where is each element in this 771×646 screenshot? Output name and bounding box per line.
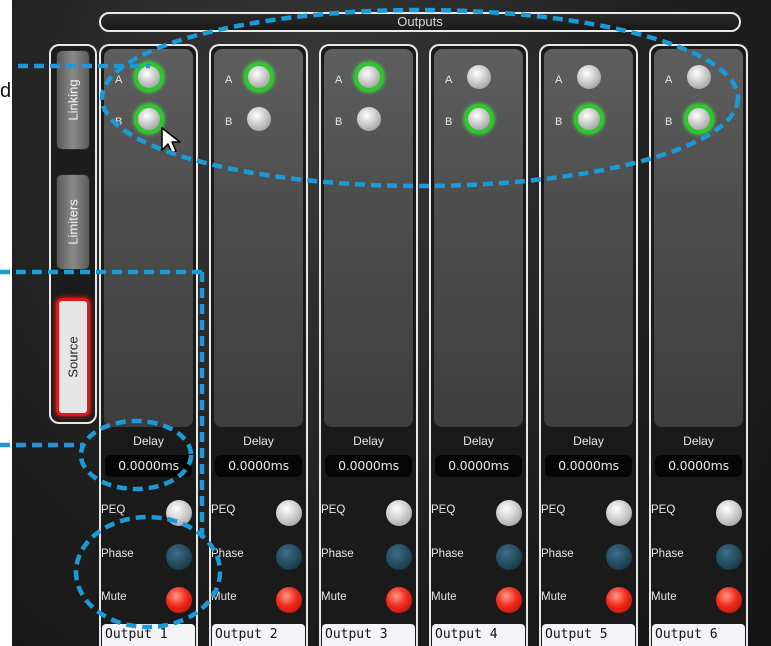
input-a-button[interactable]	[687, 65, 711, 89]
peq-label: PEQ	[651, 504, 676, 516]
peq-label: PEQ	[431, 504, 456, 516]
delay-label: Delay	[243, 434, 274, 448]
output-name-field[interactable]: Output 2	[212, 624, 305, 646]
input-a-button[interactable]	[244, 62, 274, 92]
phase-button[interactable]	[166, 544, 192, 570]
input-b-label: B	[555, 116, 563, 128]
input-a-label: A	[225, 74, 233, 86]
phase-button[interactable]	[606, 544, 632, 570]
output-name-field[interactable]: Output 5	[542, 624, 635, 646]
tab-limiters-label: Limiters	[65, 199, 81, 245]
mute-button[interactable]	[496, 587, 522, 613]
side-tab-strip: Linking Limiters Source	[49, 44, 97, 424]
mute-label: Mute	[211, 591, 237, 603]
peq-label: PEQ	[321, 504, 346, 516]
delay-label: Delay	[683, 434, 714, 448]
channel-strip-output-5: A B Delay 0.0000ms PEQ Phase Mute Output…	[539, 44, 638, 646]
delay-field[interactable]: 0.0000ms	[105, 455, 192, 477]
peq-button[interactable]	[166, 500, 192, 526]
input-b-button[interactable]	[464, 104, 494, 134]
delay-field[interactable]: 0.0000ms	[325, 455, 412, 477]
mute-label: Mute	[541, 591, 567, 603]
mute-button[interactable]	[386, 587, 412, 613]
mute-label: Mute	[651, 591, 677, 603]
peq-button[interactable]	[276, 500, 302, 526]
output-name-field[interactable]: Output 4	[432, 624, 525, 646]
output-name-field[interactable]: Output 3	[322, 624, 415, 646]
mute-button[interactable]	[276, 587, 302, 613]
level-meter	[214, 49, 303, 427]
output-name-field[interactable]: Output 1	[102, 624, 195, 646]
peq-button[interactable]	[386, 500, 412, 526]
input-b-label: B	[225, 116, 233, 128]
input-a-button[interactable]	[134, 62, 164, 92]
peq-label: PEQ	[101, 504, 126, 516]
input-a-button[interactable]	[467, 65, 491, 89]
phase-label: Phase	[541, 548, 574, 560]
input-b-label: B	[115, 116, 123, 128]
channel-strip-output-2: A B Delay 0.0000ms PEQ Phase Mute Output…	[209, 44, 308, 646]
phase-button[interactable]	[716, 544, 742, 570]
tab-linking-label: Linking	[65, 79, 81, 121]
tab-limiters[interactable]: Limiters	[56, 174, 90, 270]
mute-button[interactable]	[716, 587, 742, 613]
input-b-label: B	[665, 116, 673, 128]
mute-button[interactable]	[606, 587, 632, 613]
delay-field[interactable]: 0.0000ms	[655, 455, 742, 477]
input-b-label: B	[335, 116, 343, 128]
input-b-button[interactable]	[247, 107, 271, 131]
peq-button[interactable]	[716, 500, 742, 526]
tab-linking[interactable]: Linking	[56, 50, 90, 150]
phase-button[interactable]	[496, 544, 522, 570]
input-b-button[interactable]	[684, 104, 714, 134]
delay-field[interactable]: 0.0000ms	[545, 455, 632, 477]
delay-field[interactable]: 0.0000ms	[215, 455, 302, 477]
input-a-label: A	[115, 74, 123, 86]
input-a-label: A	[335, 74, 343, 86]
phase-button[interactable]	[386, 544, 412, 570]
input-b-button[interactable]	[574, 104, 604, 134]
channel-strip-output-4: A B Delay 0.0000ms PEQ Phase Mute Output…	[429, 44, 528, 646]
tab-source-label: Source	[65, 336, 81, 378]
phase-label: Phase	[431, 548, 464, 560]
level-meter	[324, 49, 413, 427]
mute-label: Mute	[321, 591, 347, 603]
delay-field[interactable]: 0.0000ms	[435, 455, 522, 477]
input-a-label: A	[555, 74, 563, 86]
input-a-button[interactable]	[577, 65, 601, 89]
channel-strip-output-6: A B Delay 0.0000ms PEQ Phase Mute Output…	[649, 44, 748, 646]
input-a-label: A	[665, 74, 673, 86]
cropped-text: d	[0, 80, 12, 102]
outputs-header: Outputs	[99, 12, 741, 32]
tab-source[interactable]: Source	[56, 298, 90, 416]
mute-button[interactable]	[166, 587, 192, 613]
phase-label: Phase	[321, 548, 354, 560]
peq-label: PEQ	[541, 504, 566, 516]
phase-label: Phase	[651, 548, 684, 560]
phase-label: Phase	[101, 548, 134, 560]
peq-button[interactable]	[606, 500, 632, 526]
peq-button[interactable]	[496, 500, 522, 526]
peq-label: PEQ	[211, 504, 236, 516]
input-b-label: B	[445, 116, 453, 128]
channel-strip-output-3: A B Delay 0.0000ms PEQ Phase Mute Output…	[319, 44, 418, 646]
mute-label: Mute	[431, 591, 457, 603]
output-name-field[interactable]: Output 6	[652, 624, 745, 646]
phase-label: Phase	[211, 548, 244, 560]
delay-label: Delay	[463, 434, 494, 448]
delay-label: Delay	[133, 434, 164, 448]
mouse-pointer-icon	[161, 127, 181, 154]
input-a-label: A	[445, 74, 453, 86]
phase-button[interactable]	[276, 544, 302, 570]
delay-label: Delay	[573, 434, 604, 448]
input-b-button[interactable]	[357, 107, 381, 131]
delay-label: Delay	[353, 434, 384, 448]
mute-label: Mute	[101, 591, 127, 603]
input-a-button[interactable]	[354, 62, 384, 92]
